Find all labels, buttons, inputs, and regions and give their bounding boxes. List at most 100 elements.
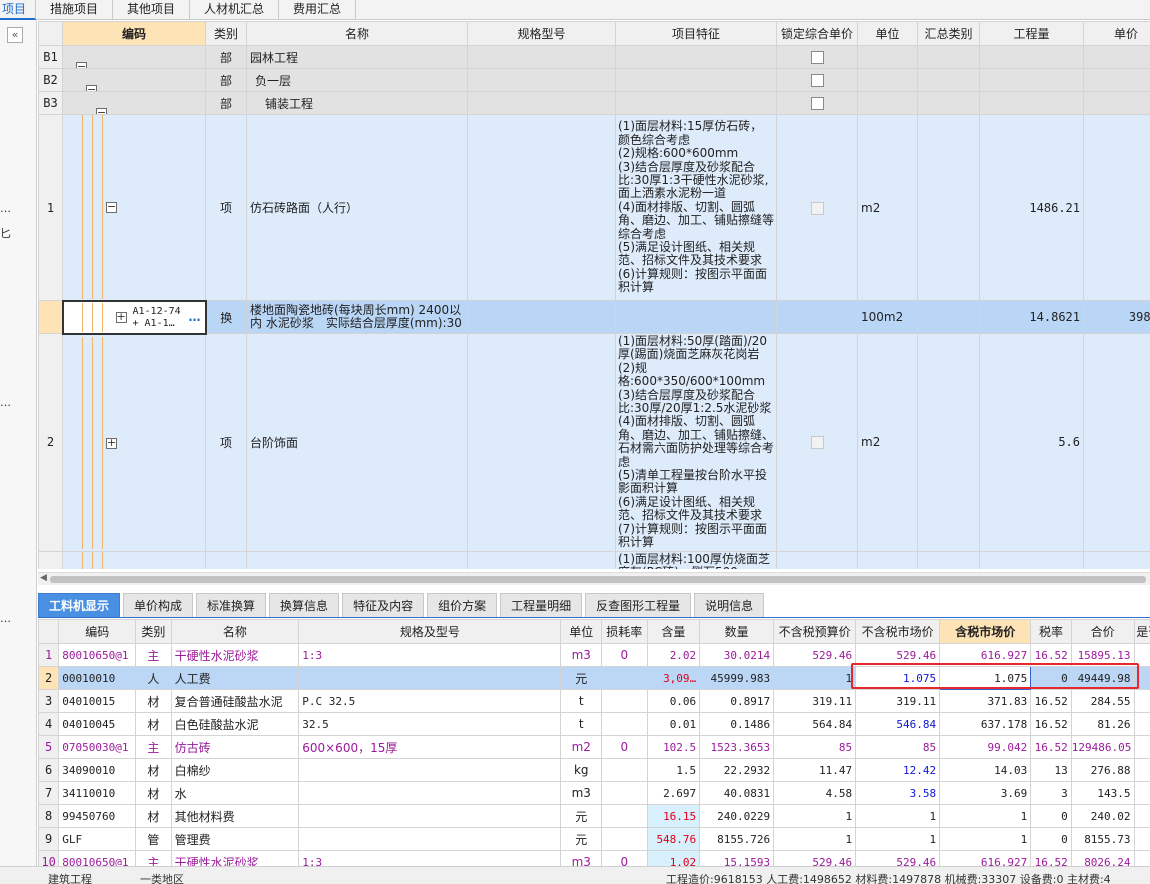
unit-cell[interactable]: 100m2 (857, 300, 918, 334)
col-header-tax-market-price[interactable]: 含税市场价 (939, 619, 1032, 644)
price-cell[interactable] (1083, 114, 1150, 301)
col-header-name[interactable]: 名称 (246, 21, 468, 46)
tab-description[interactable]: 说明信息 (694, 593, 765, 617)
name-cell[interactable]: 负一层 (246, 68, 468, 92)
budget-price-cell[interactable]: 564.84 (773, 712, 857, 736)
unit-cell[interactable]: m2 (857, 333, 918, 552)
unit-cell[interactable]: m3 (560, 643, 602, 667)
tax-market-price-cell[interactable]: 371.83 (939, 689, 1032, 713)
price-cell[interactable] (1083, 91, 1150, 115)
col-header-market-price[interactable]: 不含税市场价 (855, 619, 941, 644)
more-options-icon[interactable]: … (189, 310, 201, 324)
unit-cell[interactable] (857, 45, 918, 69)
summary-type-cell[interactable] (917, 45, 980, 69)
amount-cell[interactable]: 1523.3653 (699, 735, 775, 759)
budget-price-cell[interactable]: 529.46 (773, 643, 857, 667)
content-cell[interactable]: 3,09… (646, 666, 701, 690)
flag-cell[interactable] (1133, 735, 1150, 759)
summary-type-cell[interactable] (917, 300, 980, 334)
col-header-feature[interactable]: 项目特征 (615, 21, 777, 46)
table-row[interactable]: B1 − 部 园林工程 (38, 45, 1150, 69)
market-price-cell[interactable]: 1 (855, 827, 941, 851)
table-row[interactable]: 10 80010650@1 主 干硬性水泥砂浆 1:3 m3 0 1.02 15… (38, 850, 1150, 866)
unit-cell[interactable] (857, 550, 918, 569)
spec-cell[interactable] (467, 333, 616, 552)
market-price-cell[interactable]: 85 (855, 735, 941, 759)
spec-cell[interactable] (298, 666, 562, 690)
type-cell[interactable]: 部 (205, 68, 247, 92)
type-cell[interactable]: 主 (135, 643, 172, 667)
budget-price-cell[interactable]: 319.11 (773, 689, 857, 713)
table-row[interactable]: (1)面层材料:100厚仿烧面芝麻灰(PC砖)，侧石500 (38, 550, 1150, 569)
col-header-unit[interactable]: 单位 (857, 21, 918, 46)
budget-price-cell[interactable]: 85 (773, 735, 857, 759)
quantity-cell[interactable] (979, 550, 1084, 569)
type-cell[interactable]: 材 (135, 781, 172, 805)
type-cell[interactable]: 材 (135, 712, 172, 736)
type-cell[interactable]: 部 (205, 91, 247, 115)
total-cell[interactable]: 8026.24 (1070, 850, 1135, 866)
tab-measures[interactable]: 措施项目 (36, 0, 114, 20)
content-cell[interactable]: 2.697 (646, 781, 701, 805)
price-cell[interactable] (1083, 550, 1150, 569)
type-cell[interactable]: 项 (205, 333, 247, 552)
col-header-lock-price[interactable]: 锁定综合单价 (776, 21, 858, 46)
flag-cell[interactable] (1133, 850, 1150, 866)
type-cell[interactable]: 项 (205, 114, 247, 301)
amount-cell[interactable]: 15.1593 (699, 850, 775, 866)
lock-price-checkbox[interactable] (810, 51, 824, 64)
code-cell[interactable]: 00010010 (58, 666, 137, 690)
code-cell[interactable]: 80010650@1 (58, 850, 137, 866)
quantity-cell[interactable] (979, 91, 1084, 115)
amount-cell[interactable]: 0.8917 (699, 689, 775, 713)
budget-price-cell[interactable]: 529.46 (773, 850, 857, 866)
tab-other-items[interactable]: 其他项目 (113, 0, 191, 20)
code-cell[interactable]: − (62, 45, 206, 69)
tab-labor-material-summary[interactable]: 人材机汇总 (190, 0, 280, 20)
budget-price-cell[interactable]: 4.58 (773, 781, 857, 805)
tax-market-price-cell[interactable]: 14.03 (939, 758, 1032, 782)
table-row[interactable]: 2 + 项 台阶饰面 (1)面层材料:50厚(踏面)/20厚(踢面)烧面芝麻灰花… (38, 333, 1150, 552)
name-cell[interactable]: 白棉纱 (170, 758, 300, 782)
table-row[interactable]: 7 34110010 材 水 m3 2.697 40.0831 4.58 3.5… (38, 781, 1150, 805)
spec-cell[interactable]: 1:3 (298, 850, 562, 866)
flag-cell[interactable] (1133, 781, 1150, 805)
name-cell[interactable]: 台阶饰面 (246, 333, 468, 552)
tax-rate-cell[interactable]: 13 (1030, 758, 1072, 782)
type-cell[interactable]: 换 (205, 300, 247, 334)
summary-type-cell[interactable] (917, 68, 980, 92)
col-header-budget-price[interactable]: 不含税预算价 (773, 619, 857, 644)
table-row[interactable]: + A1-12-74 + A1-1… … 换 楼地面陶瓷地砖(每块周长mm) 2400… (38, 299, 1150, 335)
name-cell[interactable] (246, 550, 468, 569)
unit-cell[interactable]: t (560, 712, 602, 736)
tab-reverse-graphic-quantity[interactable]: 反查图形工程量 (585, 593, 692, 617)
loss-cell[interactable] (600, 758, 648, 782)
code-cell[interactable]: + A1-12-74 + A1-1…… (61, 299, 207, 335)
type-cell[interactable]: 材 (135, 804, 172, 828)
expand-node-icon[interactable]: + (115, 311, 127, 323)
feature-cell[interactable] (615, 45, 777, 69)
price-cell[interactable] (1083, 45, 1150, 69)
tax-rate-cell[interactable]: 16.52 (1030, 850, 1072, 866)
col-header-flag[interactable]: 是否 (1133, 619, 1150, 644)
content-cell[interactable]: 1.5 (646, 758, 701, 782)
quantity-cell[interactable]: 5.6 (979, 333, 1084, 552)
spec-cell[interactable] (298, 758, 562, 782)
budget-price-cell[interactable]: 1 (773, 804, 857, 828)
loss-cell[interactable] (600, 827, 648, 851)
feature-cell[interactable]: (1)面层材料:15厚仿石砖，颜色综合考虑 (2)规格:600*600mm (3… (615, 114, 777, 301)
amount-cell[interactable]: 40.0831 (699, 781, 775, 805)
collapse-node-icon[interactable]: − (76, 61, 87, 68)
unit-cell[interactable]: 元 (560, 804, 602, 828)
content-cell[interactable]: 548.76 (646, 827, 701, 851)
lock-price-checkbox[interactable] (810, 201, 824, 215)
name-cell[interactable]: 仿石砖路面（人行） (246, 114, 468, 301)
feature-cell[interactable]: (1)面层材料:50厚(踏面)/20厚(踢面)烧面芝麻灰花岗岩 (2)规格:60… (615, 333, 777, 552)
code-cell[interactable]: 80010650@1 (58, 643, 137, 667)
content-cell[interactable]: 0.06 (646, 689, 701, 713)
feature-cell[interactable]: (1)面层材料:100厚仿烧面芝麻灰(PC砖)，侧石500 (615, 550, 777, 569)
col-header-unit[interactable]: 单位 (560, 619, 602, 644)
spec-cell[interactable] (467, 114, 616, 301)
type-cell[interactable]: 材 (135, 758, 172, 782)
type-cell[interactable]: 主 (135, 850, 172, 866)
